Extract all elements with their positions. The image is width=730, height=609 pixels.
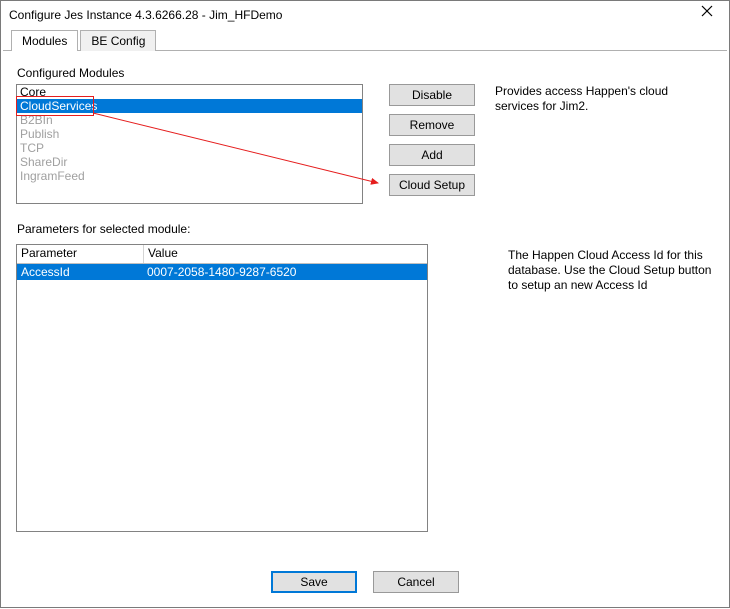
column-parameter[interactable]: Parameter [17,245,144,263]
tab-modules[interactable]: Modules [11,30,78,51]
parameter-name: AccessId [17,264,143,280]
cloud-setup-button[interactable]: Cloud Setup [389,174,475,196]
parameters-header: Parameter Value [17,245,427,264]
dialog-buttons: Save Cancel [11,561,719,603]
module-item-b2bin[interactable]: B2BIn [17,113,362,127]
module-item-tcp[interactable]: TCP [17,141,362,155]
tab-strip: Modules BE Config [1,29,729,51]
disable-button[interactable]: Disable [389,84,475,106]
tab-content: Configured Modules Core CloudServices B2… [1,52,729,607]
module-item-ingramfeed[interactable]: IngramFeed [17,169,362,183]
module-item-publish[interactable]: Publish [17,127,362,141]
add-button[interactable]: Add [389,144,475,166]
remove-button[interactable]: Remove [389,114,475,136]
window-title: Configure Jes Instance 4.3.6266.28 - Jim… [9,8,282,22]
module-action-buttons: Disable Remove Add Cloud Setup [389,84,475,196]
column-value[interactable]: Value [144,245,427,263]
module-item-cloudservices[interactable]: CloudServices [17,99,362,113]
parameter-value: 0007-2058-1480-9287-6520 [143,264,427,280]
module-item-sharedir[interactable]: ShareDir [17,155,362,169]
configured-modules-label: Configured Modules [17,66,719,80]
close-icon[interactable] [693,5,721,25]
tab-be-config[interactable]: BE Config [80,30,156,51]
titlebar: Configure Jes Instance 4.3.6266.28 - Jim… [1,1,729,29]
module-description: Provides access Happen's cloud services … [495,84,719,114]
parameter-description: The Happen Cloud Access Id for this data… [508,244,719,293]
parameter-row[interactable]: AccessId 0007-2058-1480-9287-6520 [17,264,427,280]
cancel-button[interactable]: Cancel [373,571,459,593]
save-button[interactable]: Save [271,571,357,593]
config-window: Configure Jes Instance 4.3.6266.28 - Jim… [0,0,730,608]
parameters-label: Parameters for selected module: [17,222,719,236]
parameters-table[interactable]: Parameter Value AccessId 0007-2058-1480-… [16,244,428,532]
module-item-core[interactable]: Core [17,85,362,99]
modules-listbox[interactable]: Core CloudServices B2BIn Publish TCP Sha… [16,84,363,204]
